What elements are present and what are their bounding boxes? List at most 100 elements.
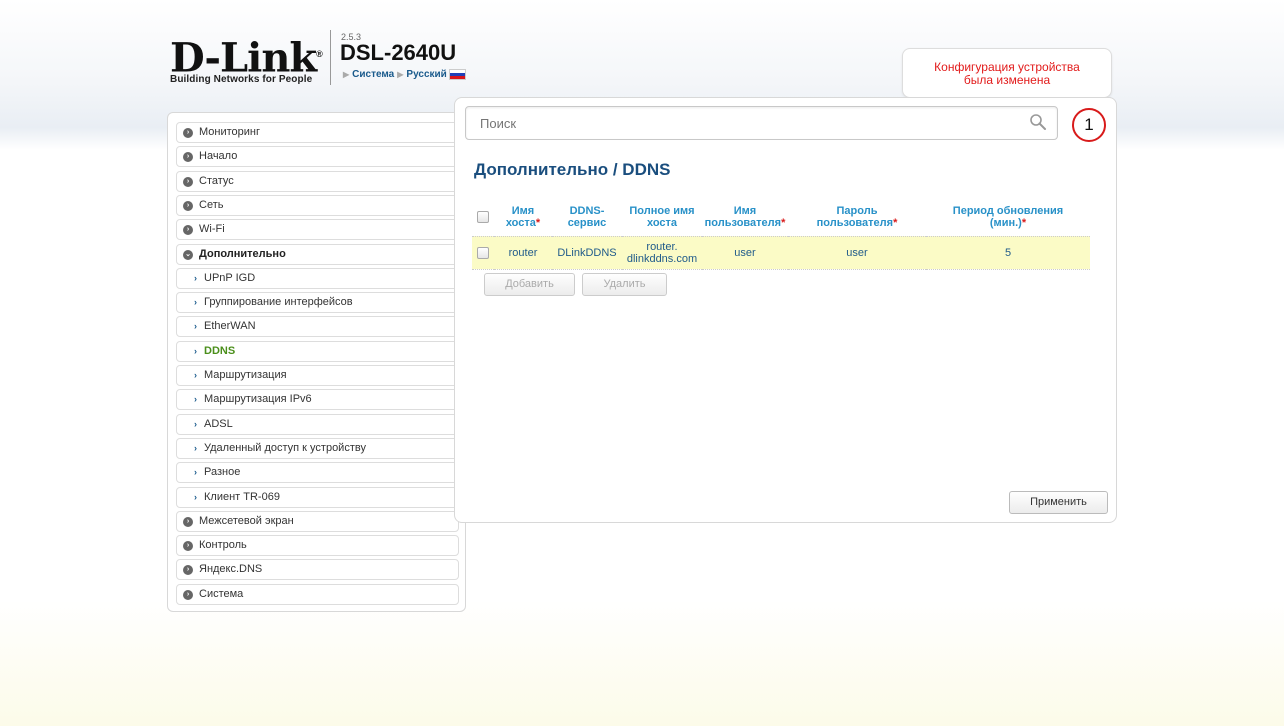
sidebar-item-start[interactable]: › Начало [176, 146, 459, 167]
table-header-row: Имя хоста* DDNS-сервис Полное имя хоста Им… [472, 198, 1090, 236]
sidebar-item-label: Клиент TR-069 [204, 491, 280, 503]
sidebar-item-ddns[interactable]: › DDNS [176, 341, 459, 362]
password-cell: user [788, 235, 926, 270]
required-mark: * [1021, 216, 1027, 229]
registered-mark: ® [316, 49, 323, 59]
sidebar-item-label: Система [199, 588, 244, 600]
fullhost-line2: dlinkddns.com [626, 252, 698, 265]
sidebar-item-label: Межсетевой экран [199, 515, 294, 527]
system-menu-link[interactable]: Система [352, 69, 394, 80]
column-header-fullhost: Полное имя хоста [622, 198, 702, 236]
sidebar-item-system[interactable]: › Система [176, 584, 459, 605]
delete-button[interactable]: Удалить [582, 273, 667, 296]
sidebar-item-label: Контроль [199, 539, 247, 551]
sidebar-item-label: Маршрутизация [204, 369, 287, 381]
notification-line-2: была изменена [963, 73, 1051, 87]
fullhost-cell: router. dlinkddns.com [622, 235, 702, 270]
column-header-period: Период обновления (мин.)* [926, 198, 1090, 236]
chevron-right-icon: › [194, 492, 197, 502]
column-header-username: Имя пользователя* [702, 198, 788, 236]
chevron-right-icon: ▶ [343, 70, 350, 79]
sidebar-item-label: DDNS [204, 345, 236, 357]
dlink-logo[interactable]: D-Link® Building Networks for People [170, 34, 323, 86]
sidebar-item-firewall[interactable]: › Межсетевой экран [176, 511, 459, 532]
select-all-cell [472, 198, 494, 236]
device-model: DSL-2640U [340, 40, 457, 65]
chevron-right-icon: › [194, 394, 197, 404]
chevron-right-icon: › [194, 467, 197, 477]
row-checkbox[interactable] [477, 246, 489, 259]
sidebar-item-etherwan[interactable]: › EtherWAN [176, 316, 459, 337]
collapsed-circle-icon: › [183, 151, 193, 162]
sidebar-item-label: Wi-Fi [199, 223, 225, 235]
add-button[interactable]: Добавить [484, 273, 575, 296]
password-header-line1: Пароль [836, 204, 878, 217]
sidebar-item-network[interactable]: › Сеть [176, 195, 459, 216]
sidebar-item-routing-ipv6[interactable]: › Маршрутизация IPv6 [176, 389, 459, 410]
sidebar-item-yandex-dns[interactable]: › Яндекс.DNS [176, 559, 459, 580]
sidebar-item-label: Мониторинг [199, 126, 261, 138]
hostname-cell: router [494, 235, 552, 270]
notification-count-badge[interactable]: 1 [1072, 108, 1106, 142]
username-cell: user [702, 235, 788, 270]
collapsed-circle-icon: › [183, 224, 193, 235]
sidebar-item-misc[interactable]: › Разное [176, 462, 459, 483]
collapsed-circle-icon: › [183, 127, 193, 138]
chevron-right-icon: ▶ [397, 70, 404, 79]
sidebar-item-label: Дополнительно [199, 248, 286, 260]
bottom-background [0, 600, 1284, 726]
sidebar-item-label: Начало [199, 150, 238, 162]
collapsed-circle-icon: › [183, 589, 193, 600]
language-menu-link[interactable]: Русский [406, 69, 446, 80]
header-divider [330, 30, 331, 85]
sidebar-item-upnp-igd[interactable]: › UPnP IGD [176, 268, 459, 289]
sidebar-item-status[interactable]: › Статус [176, 171, 459, 192]
row-select-cell [472, 235, 494, 270]
config-changed-notification[interactable]: Конфигурация устройства была изменена [902, 48, 1112, 98]
table-row[interactable]: router DLinkDDNS router. dlinkddns.com us… [472, 235, 1090, 270]
logo-tagline: Building Networks for People [170, 74, 313, 86]
collapsed-circle-icon: › [183, 176, 193, 187]
apply-button[interactable]: Применить [1009, 491, 1108, 514]
sidebar-item-monitoring[interactable]: › Мониторинг [176, 122, 459, 143]
chevron-right-icon: › [194, 419, 197, 429]
sidebar-item-interface-grouping[interactable]: › Группирование интерфейсов [176, 292, 459, 313]
period-header-line2: (мин.) [989, 216, 1022, 229]
fullhost-header-line1: Полное имя [629, 204, 695, 217]
sidebar-item-advanced[interactable]: ⌄ Дополнительно [176, 244, 459, 265]
column-header-hostname: Имя хоста* [494, 198, 552, 236]
chevron-right-icon: › [194, 321, 197, 331]
column-header-password: Пароль пользователя* [788, 198, 926, 236]
chevron-right-icon: › [194, 370, 197, 380]
collapsed-circle-icon: › [183, 564, 193, 575]
chevron-right-icon: › [194, 297, 197, 307]
sidebar-item-label: Удаленный доступ к устройству [204, 442, 366, 454]
ddns-table: Имя хоста* DDNS-сервис Полное имя хоста Им… [472, 198, 1090, 270]
select-all-checkbox[interactable] [477, 210, 489, 223]
header-menu: ▶ Система ▶ Русский [340, 69, 466, 80]
required-mark: * [535, 216, 541, 229]
collapsed-circle-icon: › [183, 516, 193, 527]
sidebar-item-label: ADSL [204, 418, 233, 430]
page-title: Дополнительно / DDNS [474, 160, 671, 179]
password-header-line2: пользователя [816, 216, 894, 229]
service-cell: DLinkDDNS [552, 235, 622, 270]
collapsed-circle-icon: › [183, 540, 193, 551]
column-header-service: DDNS-сервис [552, 198, 622, 236]
russian-flag-icon[interactable] [448, 69, 466, 80]
sidebar-item-routing[interactable]: › Маршрутизация [176, 365, 459, 386]
fullhost-line1: router. [646, 240, 678, 253]
chevron-right-icon: › [194, 443, 197, 453]
search-icon[interactable] [1028, 113, 1048, 133]
sidebar-item-label: EtherWAN [204, 320, 256, 332]
sidebar-item-tr069-client[interactable]: › Клиент TR-069 [176, 487, 459, 508]
sidebar-item-label: Статус [199, 175, 234, 187]
sidebar-item-control[interactable]: › Контроль [176, 535, 459, 556]
sidebar-item-remote-access[interactable]: › Удаленный доступ к устройству [176, 438, 459, 459]
sidebar-item-label: Сеть [199, 199, 224, 211]
sidebar-item-wifi[interactable]: › Wi-Fi [176, 219, 459, 240]
required-mark: * [781, 216, 786, 229]
search-input[interactable] [465, 106, 1058, 140]
period-cell: 5 [926, 235, 1090, 270]
sidebar-item-adsl[interactable]: › ADSL [176, 414, 459, 435]
